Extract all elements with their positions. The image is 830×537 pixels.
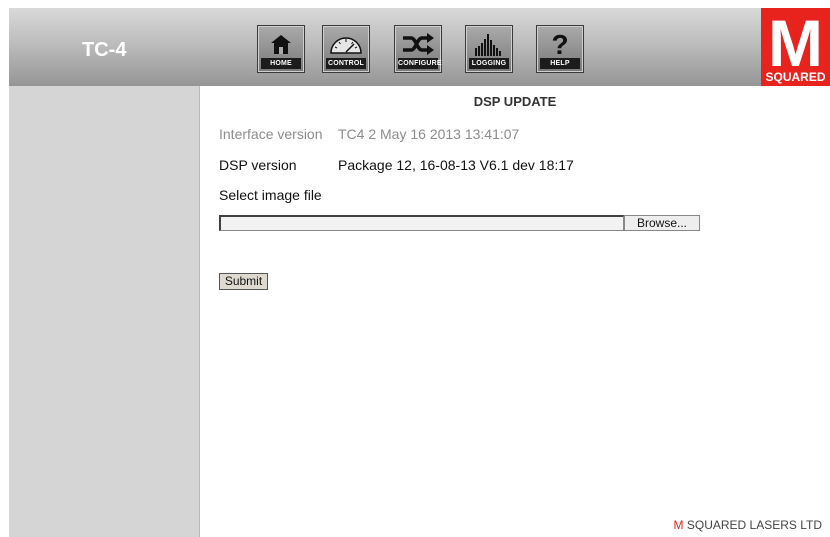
nav-configure-label: CONFIGURE bbox=[398, 58, 442, 69]
browse-button[interactable]: Browse... bbox=[624, 215, 700, 231]
bar-graph-icon bbox=[466, 29, 512, 59]
footer-brand-m: M bbox=[673, 518, 684, 532]
file-path-input[interactable] bbox=[219, 215, 624, 231]
interface-version-value: TC4 2 May 16 2013 13:41:07 bbox=[338, 126, 520, 142]
footer-brand: M SQUARED LASERS LTD bbox=[674, 518, 822, 532]
nav-home-button[interactable]: HOME bbox=[257, 25, 305, 73]
dsp-version-value: Package 12, 16-08-13 V6.1 dev 18:17 bbox=[338, 157, 574, 173]
m-squared-logo: M SQUARED bbox=[761, 8, 830, 86]
shuffle-icon bbox=[395, 29, 441, 59]
gauge-icon bbox=[323, 29, 369, 59]
header-bar: TC-4 HOME CONTROL CONFIGURE LOGGING ? HE… bbox=[9, 8, 830, 86]
svg-text:?: ? bbox=[551, 30, 568, 58]
submit-button[interactable]: Submit bbox=[219, 273, 268, 290]
page-title: DSP UPDATE bbox=[473, 94, 557, 109]
home-icon bbox=[258, 29, 304, 59]
nav-home-label: HOME bbox=[261, 58, 301, 69]
nav-control-label: CONTROL bbox=[326, 58, 366, 69]
nav-logging-button[interactable]: LOGGING bbox=[465, 25, 513, 73]
dsp-version-label: DSP version bbox=[219, 157, 297, 173]
nav-configure-button[interactable]: CONFIGURE bbox=[394, 25, 442, 73]
nav-control-button[interactable]: CONTROL bbox=[322, 25, 370, 73]
question-mark-icon: ? bbox=[537, 29, 583, 59]
app-title: TC-4 bbox=[82, 39, 127, 61]
nav-logging-label: LOGGING bbox=[469, 58, 509, 69]
nav-help-button[interactable]: ? HELP bbox=[536, 25, 584, 73]
logo-letter: M bbox=[768, 14, 823, 68]
select-image-label: Select image file bbox=[219, 187, 322, 203]
nav-help-label: HELP bbox=[540, 58, 580, 69]
interface-version-label: Interface version bbox=[219, 126, 323, 142]
footer-brand-text: SQUARED LASERS LTD bbox=[683, 518, 822, 532]
sidebar bbox=[9, 86, 200, 537]
logo-text: SQUARED bbox=[765, 70, 826, 84]
